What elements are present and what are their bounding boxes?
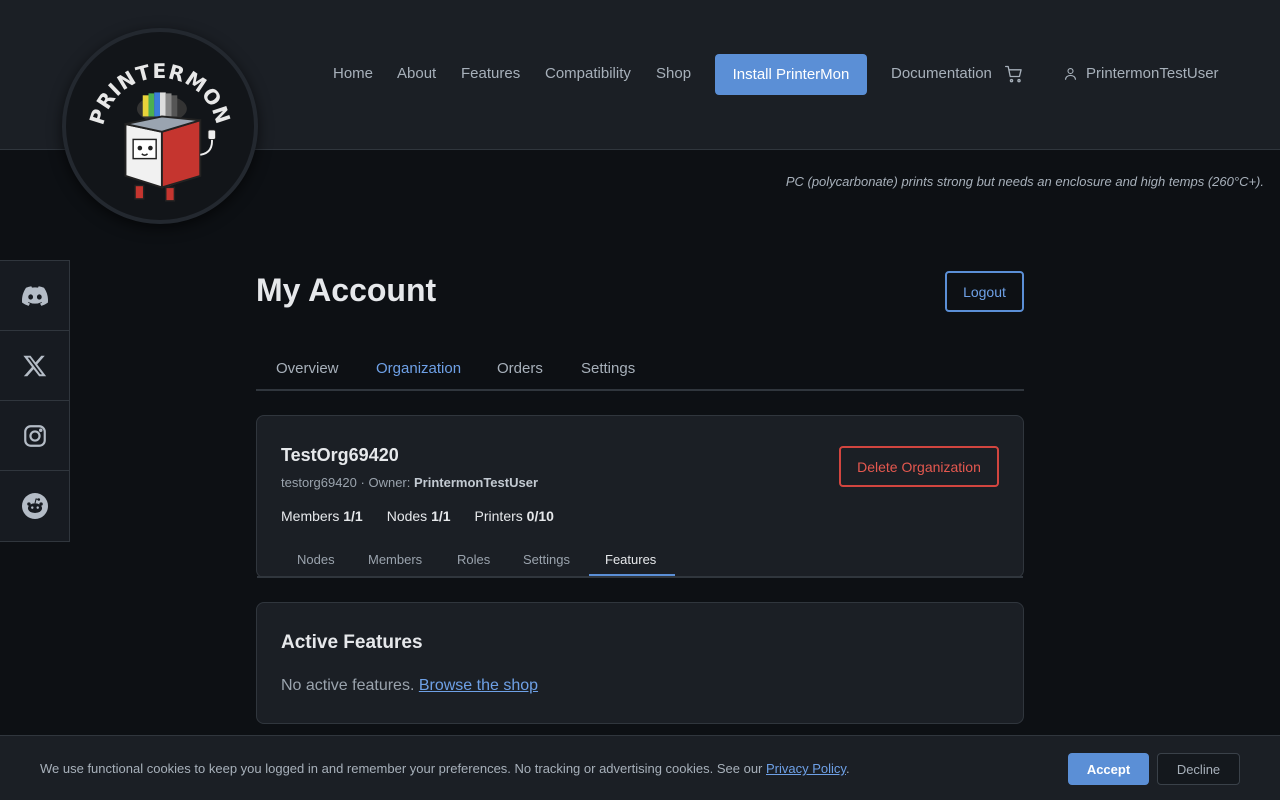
stat-members-value: 1/1: [343, 508, 363, 524]
accept-cookies-button[interactable]: Accept: [1068, 753, 1149, 785]
instagram-icon: [23, 424, 46, 447]
stat-nodes-label: Nodes: [386, 508, 432, 524]
reddit-icon: [21, 493, 48, 519]
printermon-mascot-logo: PRINTERMON: [85, 59, 234, 202]
x-icon: [22, 355, 46, 376]
tab-orders[interactable]: Orders: [497, 360, 543, 377]
subtab-nodes[interactable]: Nodes: [297, 552, 335, 567]
empty-features-text: No active features.: [281, 677, 419, 694]
stat-printers-value: 0/10: [526, 508, 554, 524]
active-features-title: Active Features: [281, 632, 423, 653]
organization-subtabs: Nodes Members Roles Settings Features: [257, 544, 1023, 578]
subtab-members[interactable]: Members: [368, 552, 422, 567]
stat-nodes-value: 1/1: [431, 508, 451, 524]
subtab-features[interactable]: Features: [605, 552, 656, 567]
nav-features[interactable]: Features: [461, 65, 520, 82]
nav-documentation[interactable]: Documentation: [891, 65, 992, 82]
tab-settings[interactable]: Settings: [581, 360, 635, 377]
cookie-banner: We use functional cookies to keep you lo…: [0, 735, 1280, 800]
user-icon: [1064, 67, 1077, 80]
tab-overview[interactable]: Overview: [276, 360, 339, 377]
reddit-link[interactable]: [0, 471, 69, 541]
x-link[interactable]: [0, 331, 69, 401]
stat-members-label: Members: [281, 508, 344, 524]
user-account-link[interactable]: PrintermonTestUser: [1063, 65, 1219, 82]
organization-slug: testorg69420: [281, 475, 357, 490]
discord-icon: [21, 285, 48, 306]
active-features-card: Active Features No active features. Brow…: [256, 602, 1024, 724]
owner-prefix: · Owner:: [356, 475, 414, 490]
cookie-message: We use functional cookies to keep you lo…: [40, 761, 850, 776]
active-subtab-indicator: [589, 574, 675, 576]
stat-printers: Printers 0/10: [475, 508, 554, 524]
page-title: My Account: [256, 272, 437, 308]
discord-link[interactable]: [0, 261, 69, 331]
printermon-logo[interactable]: PRINTERMON: [62, 28, 258, 224]
instagram-link[interactable]: [0, 401, 69, 471]
subtab-roles[interactable]: Roles: [457, 552, 490, 567]
printing-tip: PC (polycarbonate) prints strong but nee…: [785, 174, 1264, 189]
subtab-settings[interactable]: Settings: [523, 552, 570, 567]
account-tabs: Overview Organization Orders Settings: [256, 350, 1024, 391]
cookie-suffix: .: [845, 761, 850, 776]
organization-name: TestOrg69420: [281, 445, 399, 465]
social-sidebar: [0, 260, 70, 542]
cookie-text: We use functional cookies to keep you lo…: [40, 761, 766, 776]
browse-shop-link[interactable]: Browse the shop: [419, 677, 538, 694]
username-label: PrintermonTestUser: [1086, 65, 1219, 82]
tab-organization[interactable]: Organization: [376, 360, 461, 377]
logout-button[interactable]: Logout: [945, 271, 1024, 312]
nav-shop[interactable]: Shop: [656, 65, 691, 82]
organization-card: TestOrg69420 testorg69420 · Owner: Print…: [256, 415, 1024, 578]
stat-members: Members 1/1: [281, 508, 363, 524]
delete-organization-button[interactable]: Delete Organization: [839, 446, 999, 487]
privacy-policy-link[interactable]: Privacy Policy: [766, 761, 846, 776]
active-features-empty: No active features. Browse the shop: [281, 677, 538, 695]
organization-owner: PrintermonTestUser: [413, 475, 538, 490]
nav-home[interactable]: Home: [333, 65, 373, 82]
stat-printers-label: Printers: [474, 508, 527, 524]
nav-compatibility[interactable]: Compatibility: [545, 65, 631, 82]
organization-stats: Members 1/1 Nodes 1/1 Printers 0/10: [281, 508, 578, 524]
organization-meta: testorg69420 · Owner: PrintermonTestUser: [281, 475, 538, 490]
stat-nodes: Nodes 1/1: [387, 508, 451, 524]
nav-about[interactable]: About: [397, 65, 436, 82]
decline-cookies-button[interactable]: Decline: [1157, 753, 1240, 785]
cart-icon[interactable]: [1004, 64, 1024, 84]
install-printermon-button[interactable]: Install PrinterMon: [715, 54, 867, 95]
